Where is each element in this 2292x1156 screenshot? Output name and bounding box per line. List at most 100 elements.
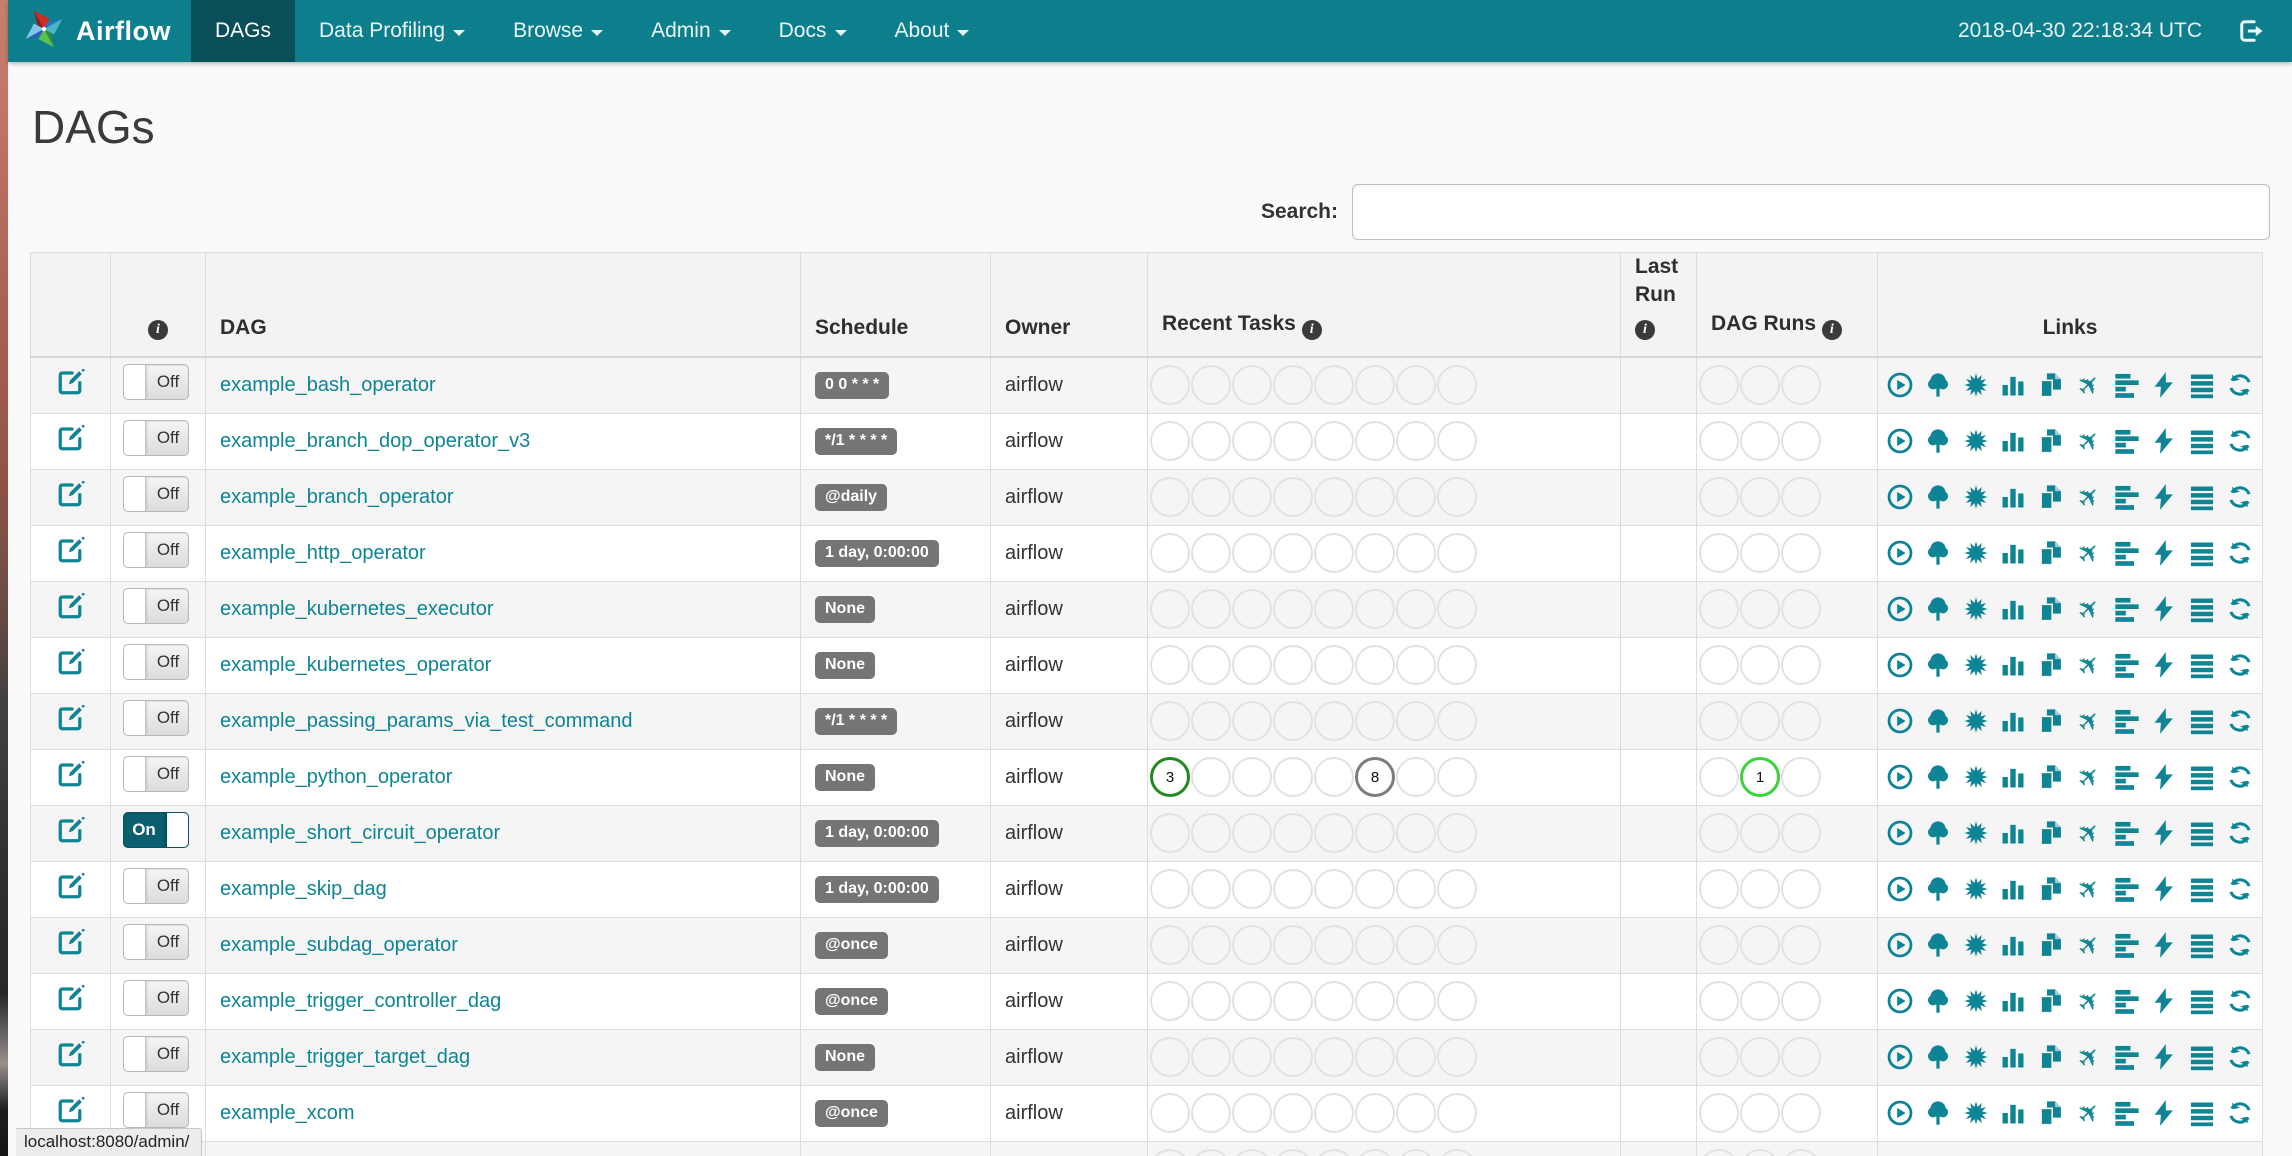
recent-task-circle[interactable] — [1437, 757, 1477, 798]
logs-icon[interactable] — [2188, 1043, 2217, 1072]
refresh-icon[interactable] — [2225, 651, 2254, 680]
recent-task-circle[interactable] — [1355, 981, 1395, 1022]
recent-task-circle[interactable] — [1273, 869, 1313, 910]
dag-run-circle[interactable] — [1781, 925, 1821, 966]
code-icon[interactable] — [2150, 987, 2179, 1016]
recent-task-circle[interactable] — [1396, 757, 1436, 798]
recent-task-circle[interactable] — [1396, 813, 1436, 854]
task-tries-icon[interactable] — [2037, 1099, 2066, 1128]
recent-task-circle[interactable] — [1273, 1149, 1313, 1156]
recent-task-circle[interactable] — [1273, 365, 1313, 406]
recent-task-circle[interactable] — [1273, 645, 1313, 686]
task-tries-icon[interactable] — [2037, 483, 2066, 512]
recent-task-circle[interactable] — [1191, 757, 1231, 798]
dag-run-circle[interactable] — [1781, 365, 1821, 406]
recent-task-circle[interactable] — [1355, 701, 1395, 742]
recent-task-circle[interactable] — [1396, 1149, 1436, 1156]
recent-task-circle[interactable] — [1150, 981, 1190, 1022]
logs-icon[interactable] — [2188, 483, 2217, 512]
dag-run-circle[interactable] — [1740, 477, 1780, 518]
refresh-icon[interactable] — [2225, 1099, 2254, 1128]
edit-dag-icon[interactable] — [56, 1095, 86, 1125]
dag-run-circle[interactable] — [1781, 477, 1821, 518]
dag-pause-toggle[interactable]: Off — [123, 420, 189, 457]
dag-pause-toggle[interactable]: Off — [123, 1036, 189, 1073]
recent-task-circle[interactable] — [1273, 1037, 1313, 1078]
dag-link[interactable]: example_skip_dag — [220, 878, 387, 900]
dag-link[interactable]: example_bash_operator — [220, 374, 436, 396]
recent-task-circle[interactable] — [1396, 589, 1436, 630]
recent-task-circle[interactable] — [1150, 589, 1190, 630]
dag-run-circle[interactable] — [1740, 365, 1780, 406]
task-tries-icon[interactable] — [2037, 651, 2066, 680]
schedule-badge[interactable]: @once — [815, 931, 888, 959]
tree-view-icon[interactable] — [1924, 931, 1953, 960]
dag-run-circle[interactable] — [1781, 813, 1821, 854]
recent-task-circle[interactable] — [1437, 1037, 1477, 1078]
dag-run-circle[interactable] — [1740, 701, 1780, 742]
recent-task-circle[interactable] — [1232, 589, 1272, 630]
recent-task-circle[interactable] — [1150, 421, 1190, 462]
recent-task-circle[interactable] — [1314, 645, 1354, 686]
gantt-icon[interactable] — [2112, 819, 2141, 848]
dag-run-circle[interactable] — [1781, 869, 1821, 910]
recent-task-circle[interactable] — [1150, 645, 1190, 686]
dag-pause-toggle[interactable]: Off — [123, 364, 189, 401]
recent-task-circle[interactable] — [1191, 589, 1231, 630]
dag-run-circle[interactable] — [1740, 589, 1780, 630]
dag-pause-toggle[interactable]: Off — [123, 868, 189, 905]
task-duration-icon[interactable] — [1999, 1099, 2028, 1128]
recent-task-circle[interactable] — [1314, 365, 1354, 406]
landing-times-icon[interactable]: ✈ — [2070, 366, 2107, 403]
schedule-badge[interactable]: */1 * * * * — [815, 707, 898, 735]
recent-task-circle[interactable] — [1437, 477, 1477, 518]
dag-run-circle[interactable] — [1740, 869, 1780, 910]
search-input[interactable] — [1352, 184, 2270, 240]
recent-task-circle[interactable] — [1396, 645, 1436, 686]
task-tries-icon[interactable] — [2037, 763, 2066, 792]
gantt-icon[interactable] — [2112, 1099, 2141, 1128]
dag-run-circle[interactable] — [1699, 365, 1739, 406]
recent-task-circle[interactable] — [1396, 421, 1436, 462]
dag-run-circle[interactable] — [1699, 869, 1739, 910]
recent-task-circle[interactable] — [1396, 533, 1436, 574]
recent-task-circle[interactable] — [1150, 365, 1190, 406]
recent-task-circle[interactable] — [1191, 701, 1231, 742]
edit-dag-icon[interactable] — [56, 591, 86, 621]
code-icon[interactable] — [2150, 1043, 2179, 1072]
graph-view-icon[interactable] — [1961, 1043, 1990, 1072]
recent-task-circle[interactable] — [1355, 869, 1395, 910]
recent-task-circle[interactable] — [1437, 981, 1477, 1022]
task-duration-icon[interactable] — [1999, 539, 2028, 568]
gantt-icon[interactable] — [2112, 371, 2141, 400]
recent-task-circle[interactable] — [1150, 1037, 1190, 1078]
dag-run-circle[interactable] — [1740, 981, 1780, 1022]
tree-view-icon[interactable] — [1924, 819, 1953, 848]
code-icon[interactable] — [2150, 931, 2179, 960]
recent-task-circle[interactable] — [1191, 869, 1231, 910]
logs-icon[interactable] — [2188, 987, 2217, 1016]
task-duration-icon[interactable] — [1999, 875, 2028, 904]
dag-run-circle[interactable] — [1740, 645, 1780, 686]
recent-task-circle[interactable] — [1273, 701, 1313, 742]
recent-task-circle[interactable] — [1232, 701, 1272, 742]
dag-link[interactable]: example_xcom — [220, 1102, 355, 1124]
recent-task-circle[interactable] — [1191, 813, 1231, 854]
recent-task-circle[interactable] — [1314, 1093, 1354, 1134]
dag-run-circle[interactable] — [1699, 757, 1739, 798]
dag-pause-toggle[interactable]: Off — [123, 980, 189, 1017]
dag-pause-toggle[interactable]: Off — [123, 924, 189, 961]
dag-link[interactable]: example_python_operator — [220, 766, 452, 788]
task-tries-icon[interactable] — [2037, 875, 2066, 904]
recent-task-circle[interactable] — [1232, 421, 1272, 462]
code-icon[interactable] — [2150, 371, 2179, 400]
tree-view-icon[interactable] — [1924, 483, 1953, 512]
recent-task-circle[interactable]: 8 — [1355, 757, 1395, 798]
trigger-dag-icon[interactable] — [1886, 427, 1915, 456]
recent-task-circle[interactable] — [1191, 365, 1231, 406]
logs-icon[interactable] — [2188, 819, 2217, 848]
graph-view-icon[interactable] — [1961, 539, 1990, 568]
recent-task-circle[interactable] — [1396, 701, 1436, 742]
refresh-icon[interactable] — [2225, 987, 2254, 1016]
recent-task-circle[interactable] — [1273, 533, 1313, 574]
